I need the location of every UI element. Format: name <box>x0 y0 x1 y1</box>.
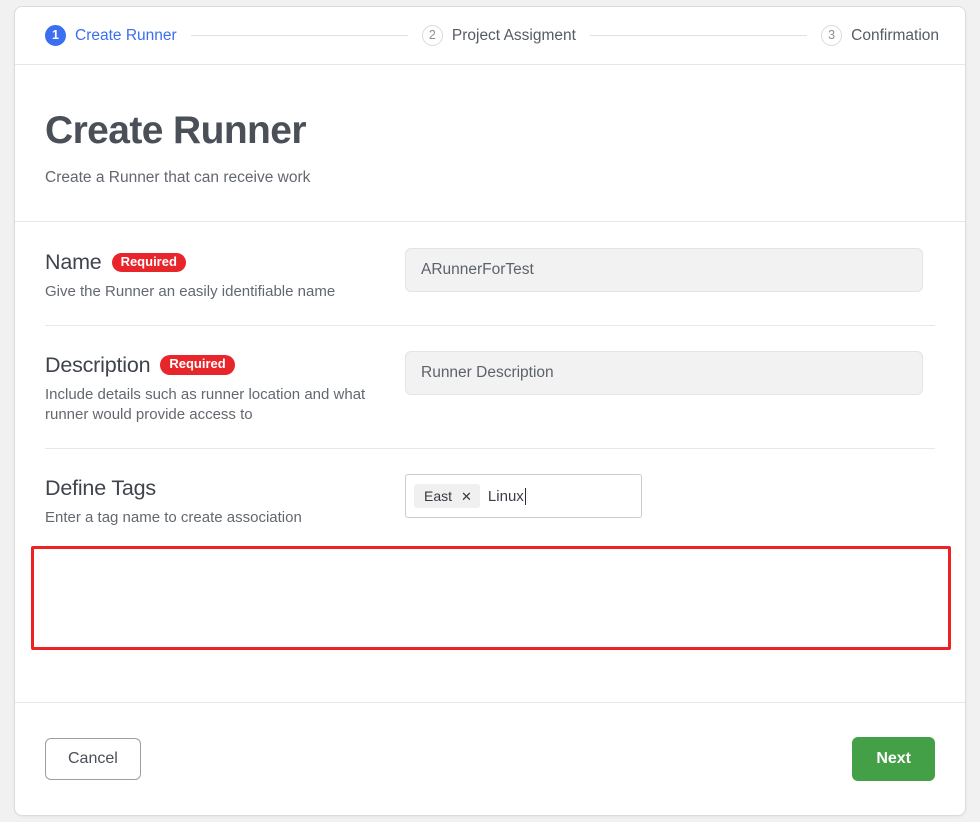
description-label: Description <box>45 352 151 377</box>
tag-input-typed-text: Linux <box>487 487 524 505</box>
define-tags-label: Define Tags <box>45 476 156 501</box>
step-2-number: 2 <box>421 25 443 46</box>
name-hint: Give the Runner an easily identifiable n… <box>45 283 336 300</box>
tag-chip-east: East ✕ <box>414 484 480 509</box>
description-input[interactable]: Runner Description <box>405 350 923 395</box>
name-label: Name <box>45 250 102 274</box>
highlight-annotation <box>31 546 951 650</box>
form-row-define-tags-input-area: East ✕ Linux <box>405 474 935 519</box>
step-create-runner[interactable]: 1 Create Runner <box>45 25 177 46</box>
next-button[interactable]: Next <box>852 737 935 781</box>
name-required-badge: Required <box>111 252 186 273</box>
step-project-assignment[interactable]: 2 Project Assigment <box>421 25 576 46</box>
step-3-number: 3 <box>821 25 843 46</box>
define-tags-hint: Enter a tag name to create association <box>45 509 302 527</box>
form-row-define-tags-label-area: Define Tags Enter a tag name to create a… <box>45 474 405 529</box>
step-1-label: Create Runner <box>75 26 177 44</box>
tag-input-typed-area[interactable]: Linux <box>486 487 527 505</box>
page-root: 1 Create Runner 2 Project Assigment 3 Co… <box>0 0 980 822</box>
step-1-number: 1 <box>45 25 66 46</box>
text-caret <box>524 487 527 505</box>
page-subtitle: Create a Runner that can receive work <box>45 169 311 186</box>
form-body: Name Required Give the Runner an easily … <box>15 222 965 551</box>
step-3-label: Confirmation <box>851 26 940 44</box>
cancel-button[interactable]: Cancel <box>45 738 141 780</box>
form-row-define-tags: Define Tags Enter a tag name to create a… <box>15 448 965 551</box>
form-row-name-label-area: Name Required Give the Runner an easily … <box>45 248 405 303</box>
define-tags-label-line: Define Tags <box>45 476 405 501</box>
form-row-name-input-area: ARunnerForTest <box>405 248 935 292</box>
close-icon[interactable]: ✕ <box>461 490 472 503</box>
form-row-description-label-area: Description Required Include details suc… <box>45 351 405 426</box>
step-connector-2 <box>589 35 808 36</box>
step-connector-1 <box>190 35 408 36</box>
form-row-description-input-area: Runner Description <box>405 350 935 395</box>
create-runner-card: 1 Create Runner 2 Project Assigment 3 Co… <box>14 6 966 816</box>
name-input[interactable]: ARunnerForTest <box>405 248 923 292</box>
form-row-description: Description Required Include details suc… <box>15 324 965 448</box>
description-hint: Include details such as runner location … <box>45 385 366 424</box>
step-confirmation[interactable]: 3 Confirmation <box>821 25 939 46</box>
wizard-stepper: 1 Create Runner 2 Project Assigment 3 Co… <box>15 7 965 65</box>
form-row-name: Name Required Give the Runner an easily … <box>15 222 965 325</box>
step-2-label: Project Assigment <box>451 26 576 44</box>
description-label-line: Description Required <box>45 353 405 378</box>
page-header: Create Runner Create a Runner that can r… <box>15 65 965 222</box>
description-required-badge: Required <box>160 355 235 376</box>
tag-chip-label: East <box>424 488 453 505</box>
name-label-line: Name Required <box>45 250 405 275</box>
page-title: Create Runner <box>45 109 307 152</box>
tags-input[interactable]: East ✕ Linux <box>405 474 642 519</box>
form-footer: Cancel Next <box>15 702 965 815</box>
